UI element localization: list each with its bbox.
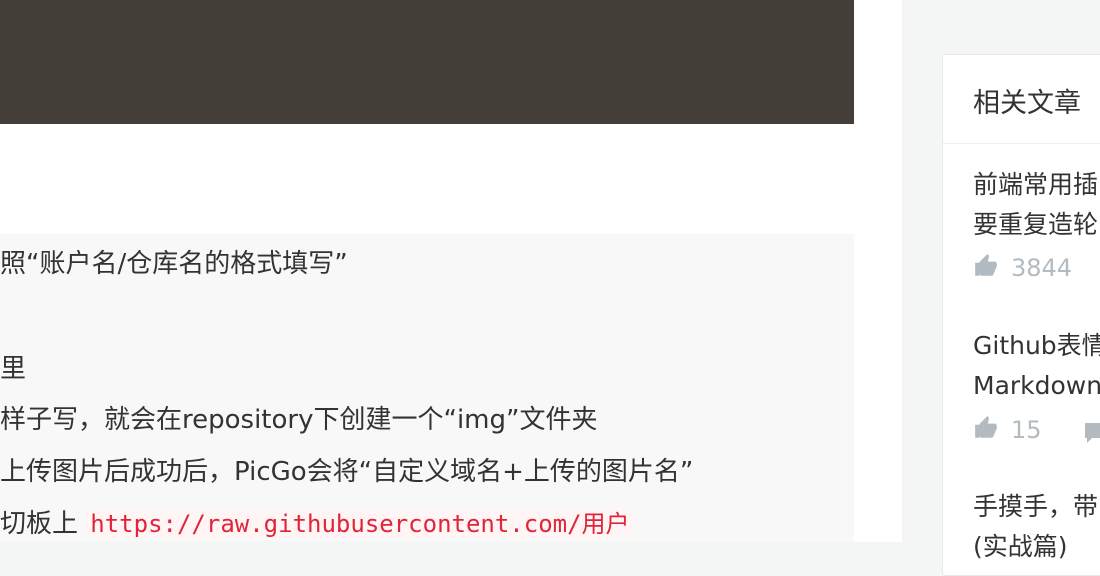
blockquote: 照“账户名/仓库名的格式填写” 里 样子写，就会在repository下创建一个…: [0, 234, 854, 542]
quote-line: 照“账户名/仓库名的格式填写”: [0, 249, 348, 279]
comment-icon[interactable]: [1083, 421, 1100, 449]
thumbs-up-icon[interactable]: [973, 253, 999, 285]
inline-code-url: https://raw.githubusercontent.com/用户: [86, 510, 634, 538]
article-title-line: 要重复造轮: [973, 210, 1099, 239]
article-title-line: Markdown: [973, 371, 1100, 400]
related-article-3[interactable]: 手摸手，带 (实战篇): [973, 487, 1100, 567]
cover-image: [0, 0, 854, 124]
panel-title: 相关文章: [973, 88, 1081, 119]
quote-line: 里: [0, 354, 27, 384]
related-article-2[interactable]: Github表情 Markdown: [973, 326, 1100, 406]
quote-line: 样子写，就会在repository下创建一个“img”文件夹: [0, 405, 598, 435]
quote-text: 切板上: [0, 509, 79, 539]
like-count: 3844: [1011, 254, 1073, 282]
article-title-line: Github表情: [973, 331, 1100, 360]
article-content: 照“账户名/仓库名的格式填写” 里 样子写，就会在repository下创建一个…: [0, 0, 902, 542]
quote-line: 切板上 https://raw.githubusercontent.com/用户: [0, 507, 634, 541]
divider: [943, 143, 1100, 144]
related-articles-panel: 相关文章 前端常用插 要重复造轮 3844 Github表情 Markdown …: [942, 54, 1100, 576]
related-article-1[interactable]: 前端常用插 要重复造轮: [973, 165, 1100, 245]
article-title-line: (实战篇): [973, 532, 1068, 561]
article-title-line: 前端常用插: [973, 170, 1099, 199]
like-count: 15: [1011, 416, 1042, 444]
quote-line: 上传图片后成功后，PicGo会将“自定义域名+上传的图片名”: [0, 457, 694, 487]
thumbs-up-icon[interactable]: [973, 415, 999, 447]
article-meta: 3844: [973, 253, 1072, 285]
article-meta: 15: [973, 415, 1042, 447]
article-title-line: 手摸手，带: [973, 492, 1099, 521]
